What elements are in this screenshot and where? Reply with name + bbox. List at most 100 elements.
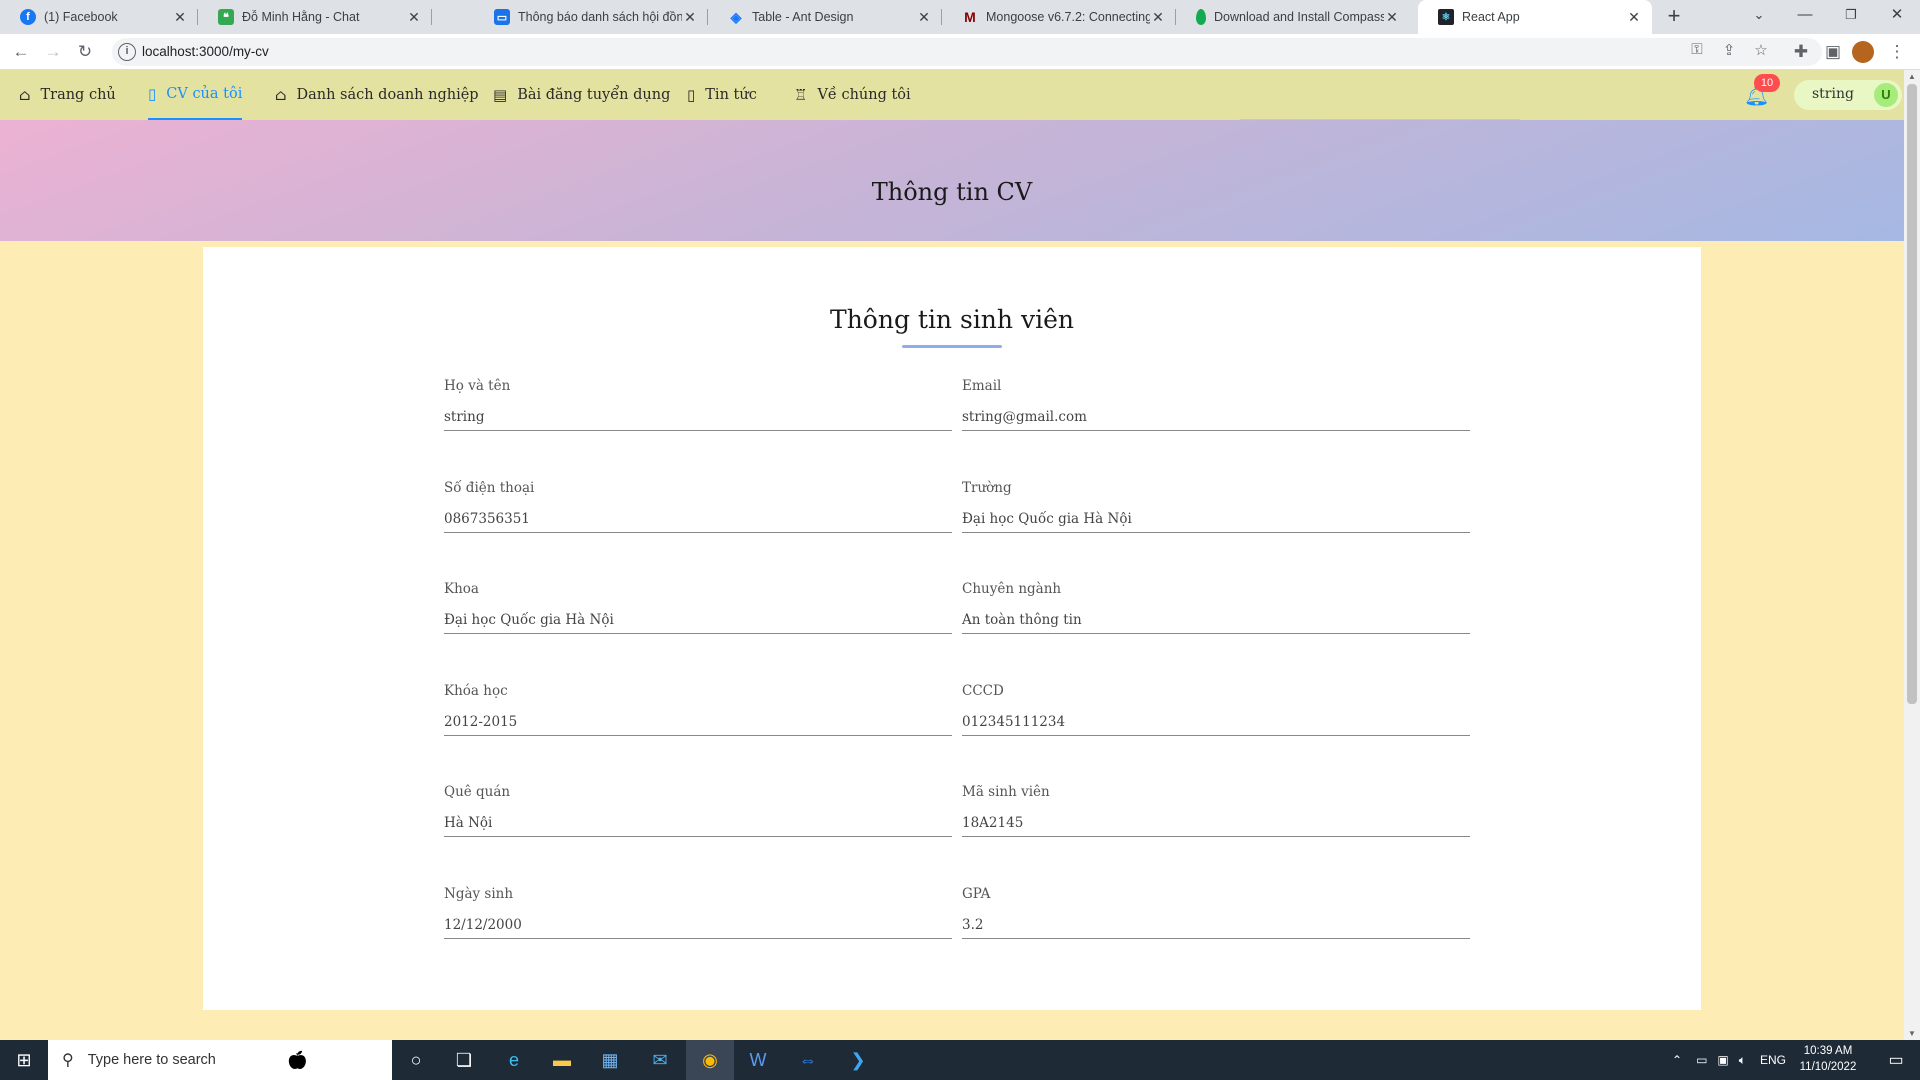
profile-avatar[interactable] <box>1852 41 1874 63</box>
close-icon[interactable]: ✕ <box>1626 9 1642 26</box>
browser-tab-mongoose[interactable]: M Mongoose v6.7.2: Connecting to ✕ <box>942 0 1176 34</box>
network-icon[interactable]: ▣ <box>1717 1053 1728 1067</box>
close-icon[interactable]: ✕ <box>172 9 188 26</box>
share-icon[interactable]: ⇪ <box>1718 41 1740 59</box>
teamviewer-icon[interactable]: ⇔ <box>784 1040 832 1080</box>
field-value[interactable]: 3.2 <box>962 915 1470 939</box>
field-id-card: CCCD 012345111234 <box>962 683 1470 736</box>
field-value[interactable]: 18A2145 <box>962 813 1470 837</box>
nav-label: Về chúng tôi <box>817 87 911 103</box>
field-label: Email <box>962 378 1002 394</box>
section-title: Thông tin sinh viên <box>830 305 1074 334</box>
close-icon[interactable]: ✕ <box>1384 9 1400 26</box>
nav-item-news[interactable]: ▯ Tin tức <box>687 70 757 120</box>
notification-center-icon[interactable]: ▭ <box>1872 1040 1920 1080</box>
tab-title: Mongoose v6.7.2: Connecting to <box>986 10 1150 24</box>
field-school: Trường Đại học Quốc gia Hà Nội <box>962 480 1470 533</box>
info-icon[interactable]: i <box>118 43 136 61</box>
tab-search-button[interactable]: ⌄ <box>1736 0 1782 34</box>
field-value[interactable]: 12/12/2000 <box>444 915 952 939</box>
field-value[interactable]: string <box>444 407 952 431</box>
nav-item-companies[interactable]: ⌂ Danh sách doanh nghiệp <box>275 70 479 120</box>
chrome-icon[interactable]: ◉ <box>686 1040 734 1080</box>
store-icon[interactable]: ▦ <box>586 1040 634 1080</box>
key-icon[interactable]: ⚿ <box>1686 41 1708 58</box>
tab-title: Table - Ant Design <box>752 10 854 24</box>
field-value[interactable]: Hà Nội <box>444 813 952 837</box>
field-value[interactable]: An toàn thông tin <box>962 610 1470 634</box>
field-value[interactable]: 2012-2015 <box>444 712 952 736</box>
field-label: CCCD <box>962 683 1004 699</box>
minimize-button[interactable]: — <box>1782 0 1828 34</box>
windows-start-icon[interactable]: ⊞ <box>0 1040 48 1080</box>
field-value[interactable]: Đại học Quốc gia Hà Nội <box>962 509 1470 533</box>
nav-item-home[interactable]: ⌂ Trang chủ <box>19 70 116 120</box>
reload-button[interactable]: ↻ <box>72 39 98 65</box>
field-phone: Số điện thoại 0867356351 <box>444 480 952 533</box>
user-menu[interactable]: string U <box>1794 80 1902 110</box>
field-value[interactable]: 0867356351 <box>444 509 952 533</box>
browser-tab-ant-design[interactable]: ◈ Table - Ant Design ✕ <box>708 0 942 34</box>
mail-icon[interactable]: ✉ <box>636 1040 684 1080</box>
user-name: string <box>1812 86 1854 102</box>
restore-button[interactable]: ❐ <box>1828 0 1874 34</box>
taskbar-search[interactable]: ⚲ Type here to search 🍎︎ <box>48 1040 392 1080</box>
close-icon[interactable]: ✕ <box>916 9 932 26</box>
nav-item-my-cv[interactable]: ▯ CV của tôi <box>148 70 243 120</box>
tray-icons[interactable]: ⌃ ▭ ▣ 🔈︎ ENG <box>1672 1040 1786 1080</box>
back-button[interactable]: ← <box>8 39 34 65</box>
page-hero: Thông tin CV <box>0 120 1904 241</box>
close-icon[interactable]: ✕ <box>1150 9 1166 26</box>
browser-tab-thong-bao[interactable]: ▭ Thông báo danh sách hội đồng ✕ <box>474 0 708 34</box>
url-text[interactable]: localhost:3000/my-cv <box>142 44 269 59</box>
cortana-icon[interactable]: ○ <box>392 1040 440 1080</box>
bookmark-star-icon[interactable]: ☆ <box>1750 41 1772 59</box>
chevron-up-icon[interactable]: ⌃ <box>1672 1053 1682 1067</box>
field-hometown: Quê quán Hà Nội <box>444 784 952 837</box>
tab-title: Thông báo danh sách hội đồng <box>518 10 682 24</box>
new-tab-button[interactable]: + <box>1660 4 1688 30</box>
close-icon[interactable]: ✕ <box>682 9 698 26</box>
field-label: Mã sinh viên <box>962 784 1050 800</box>
field-birth-date: Ngày sinh 12/12/2000 <box>444 886 952 939</box>
browser-menu-icon[interactable]: ⋮ <box>1884 39 1910 65</box>
scrollbar-thumb[interactable] <box>1907 84 1917 704</box>
nav-item-job-posts[interactable]: ▤ Bài đăng tuyển dụng <box>493 70 670 120</box>
nav-item-about[interactable]: ♖ Về chúng tôi <box>794 70 911 120</box>
window-close-button[interactable]: ✕ <box>1874 0 1920 34</box>
extensions-icon[interactable]: ✚ <box>1788 39 1814 65</box>
browser-tab-compass[interactable]: Download and Install Compass ✕ <box>1176 0 1410 34</box>
file-explorer-icon[interactable]: ▬ <box>538 1040 586 1080</box>
field-value[interactable]: 012345111234 <box>962 712 1470 736</box>
forward-button[interactable]: → <box>40 39 66 65</box>
field-label: Khóa học <box>444 683 508 699</box>
field-value[interactable]: string@gmail.com <box>962 407 1470 431</box>
edge-icon[interactable]: e <box>490 1040 538 1080</box>
side-panel-icon[interactable]: ▣ <box>1820 39 1846 65</box>
vscode-icon[interactable]: ❯ <box>834 1040 882 1080</box>
nav-label: Bài đăng tuyển dụng <box>517 87 671 103</box>
nav-label: Tin tức <box>705 87 757 103</box>
scroll-down-arrow-icon[interactable]: ▼ <box>1904 1029 1920 1038</box>
task-view-icon[interactable]: ❏ <box>440 1040 488 1080</box>
nav-label: CV của tôi <box>166 86 243 102</box>
field-value[interactable]: Đại học Quốc gia Hà Nội <box>444 610 952 634</box>
nav-label: Danh sách doanh nghiệp <box>296 87 479 103</box>
field-label: GPA <box>962 886 991 902</box>
battery-icon[interactable]: ▭ <box>1696 1053 1707 1067</box>
browser-tab-chat[interactable]: ❝ Đỗ Minh Hằng - Chat ✕ <box>198 0 432 34</box>
student-info-card: Thông tin sinh viên Họ và tên string Ema… <box>203 247 1701 1010</box>
browser-tab-facebook[interactable]: f (1) Facebook ✕ <box>0 0 198 34</box>
address-bar[interactable]: i localhost:3000/my-cv ⚿ ⇪ ☆ <box>112 38 1822 66</box>
chat-icon: ❝ <box>218 9 234 25</box>
volume-icon[interactable]: 🔈︎ <box>1739 1053 1746 1068</box>
word-icon[interactable]: W <box>734 1040 782 1080</box>
close-icon[interactable]: ✕ <box>406 9 422 26</box>
news-icon: ▯ <box>687 86 696 104</box>
language-indicator[interactable]: ENG <box>1760 1053 1786 1067</box>
taskbar-clock[interactable]: 10:39 AM 11/10/2022 <box>1792 1043 1864 1075</box>
browser-tab-react-app[interactable]: ⚛ React App ✕ <box>1418 0 1652 34</box>
about-icon: ♖ <box>794 86 808 104</box>
page-scrollbar[interactable]: ▲ ▼ <box>1904 70 1920 1040</box>
scroll-up-arrow-icon[interactable]: ▲ <box>1904 72 1920 81</box>
